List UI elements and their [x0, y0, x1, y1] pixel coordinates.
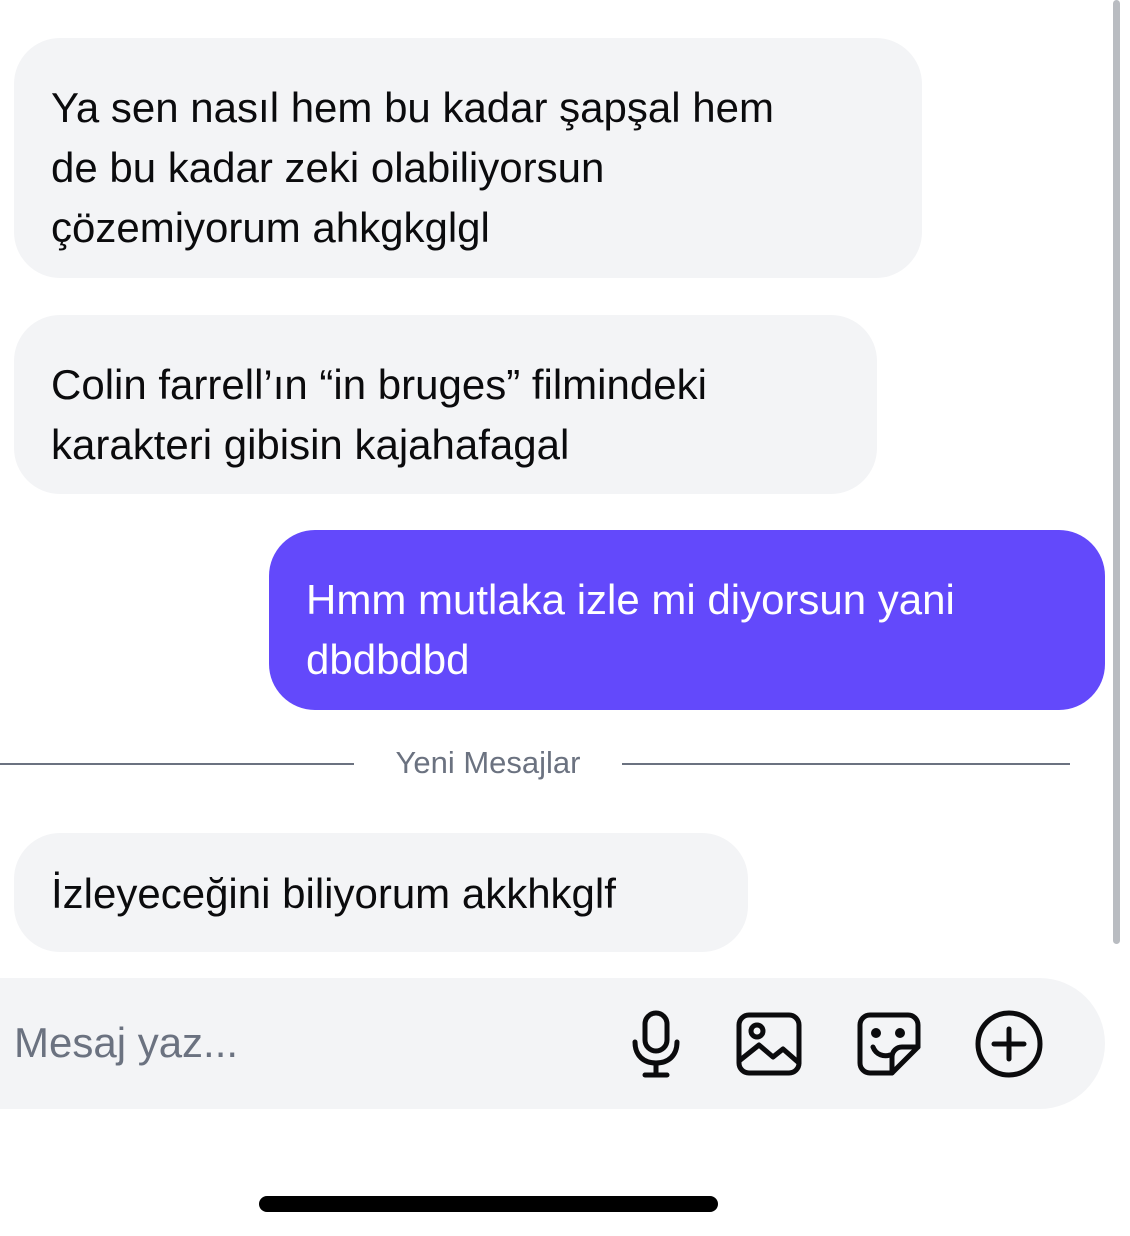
message-composer	[0, 978, 1105, 1109]
scrollbar[interactable]	[1113, 0, 1120, 944]
sticker-icon	[857, 1012, 921, 1076]
image-icon	[736, 1012, 802, 1076]
incoming-message-bubble[interactable]: İzleyeceğini biliyorum akkhkglf	[14, 833, 748, 952]
image-button[interactable]	[733, 1008, 805, 1080]
divider-line-right	[622, 763, 1070, 765]
microphone-button[interactable]	[620, 1008, 692, 1080]
incoming-message-bubble[interactable]: Ya sen nasıl hem bu kadar şapşal hem de …	[14, 38, 922, 278]
new-messages-label: Yeni Mesajlar	[395, 745, 581, 780]
microphone-icon	[632, 1010, 680, 1078]
incoming-message-bubble[interactable]: Colin farrell’ın “in bruges” filmindeki …	[14, 315, 877, 494]
add-button[interactable]	[973, 1008, 1045, 1080]
divider-line-left	[0, 763, 354, 765]
outgoing-message-bubble[interactable]: Hmm mutlaka izle mi diyorsun yani dbdbdb…	[269, 530, 1105, 710]
plus-circle-icon	[975, 1010, 1043, 1078]
message-input[interactable]	[14, 998, 594, 1088]
sticker-button[interactable]	[853, 1008, 925, 1080]
home-indicator[interactable]	[259, 1196, 718, 1212]
